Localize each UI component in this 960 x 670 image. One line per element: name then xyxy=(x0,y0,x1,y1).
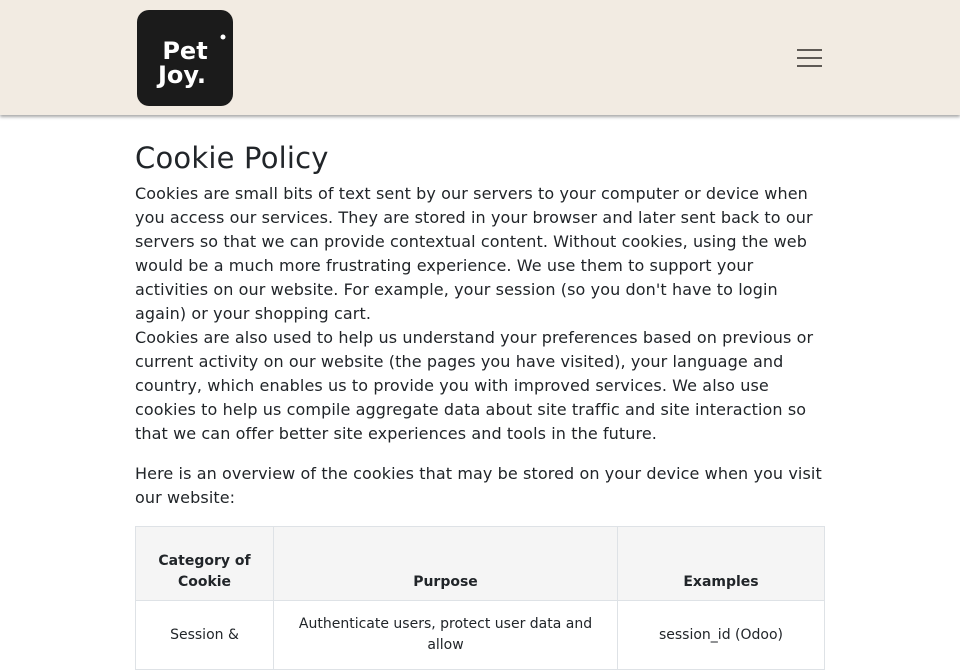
svg-text:Joy.: Joy. xyxy=(156,61,206,89)
preferences-paragraph: Cookies are also used to help us underst… xyxy=(135,328,814,443)
overview-paragraph: Here is an overview of the cookies that … xyxy=(135,464,822,507)
page-title: Cookie Policy xyxy=(135,141,329,175)
menu-bar xyxy=(797,49,822,51)
main-content: Cookie Policy Cookies are small bits of … xyxy=(135,130,825,670)
table-cell-examples: session_id (Odoo) xyxy=(617,600,825,670)
column-header-examples: Examples xyxy=(617,526,825,601)
table-cell-category: Session & xyxy=(135,600,274,670)
table-row: Session & Authenticate users, protect us… xyxy=(135,600,825,670)
intro-paragraph: Cookies are small bits of text sent by o… xyxy=(135,184,813,323)
column-header-purpose: Purpose xyxy=(273,526,618,601)
cookie-table: Category of Cookie Purpose Examples Sess… xyxy=(135,526,825,670)
table-cell-purpose: Authenticate users, protect user data an… xyxy=(273,600,618,670)
column-header-category: Category of Cookie xyxy=(135,526,274,601)
menu-bar xyxy=(797,57,822,59)
menu-bar xyxy=(797,65,822,67)
pet-joy-logo[interactable]: Pet Joy. xyxy=(137,10,233,106)
hamburger-menu-icon[interactable] xyxy=(790,40,828,76)
logo-graphic: Pet Joy. xyxy=(156,34,226,89)
table-header-row: Category of Cookie Purpose Examples xyxy=(135,526,825,601)
site-header: Pet Joy. xyxy=(0,0,960,115)
